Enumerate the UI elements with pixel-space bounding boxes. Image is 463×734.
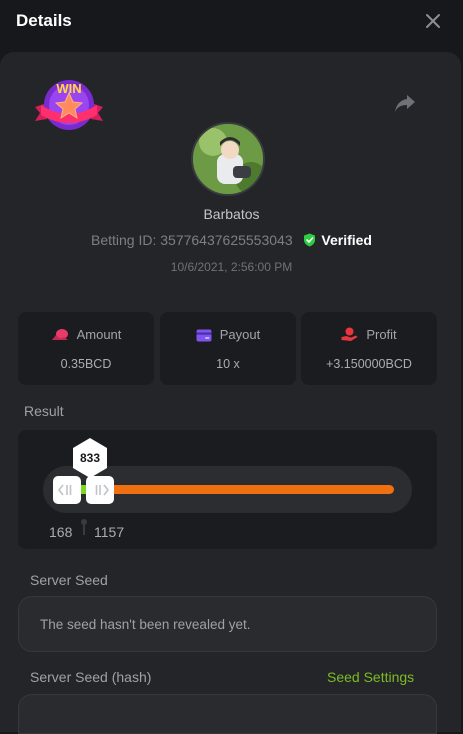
seed-settings-link[interactable]: Seed Settings <box>327 669 414 685</box>
betting-id-value: 35776437625553043 <box>160 232 293 248</box>
amount-label: Amount <box>76 327 122 342</box>
profit-card: Profit +3.150000BCD <box>301 312 437 385</box>
range-marker-icon <box>81 519 87 535</box>
username: Barbatos <box>203 206 260 222</box>
amount-card: Amount 0.35BCD <box>18 312 154 385</box>
close-icon[interactable] <box>422 10 444 32</box>
range-handle-left[interactable] <box>53 476 81 504</box>
bet-datetime: 10/6/2021, 2:56:00 PM <box>170 260 293 274</box>
win-badge-icon: WIN <box>35 80 103 130</box>
payout-card: Payout 10 x <box>160 312 296 385</box>
modal-header: Details <box>0 0 463 44</box>
verified-label: Verified <box>321 232 372 248</box>
betting-id-label: Betting ID: <box>90 232 157 248</box>
card-icon <box>196 329 212 342</box>
server-seed-label: Server Seed <box>30 572 108 588</box>
result-value: 833 <box>79 451 101 465</box>
server-seed-box: The seed hasn't been revealed yet. <box>18 596 437 652</box>
range-high: 1157 <box>94 524 125 540</box>
hand-coin-icon <box>341 327 358 341</box>
handle-grip-icon <box>95 484 110 496</box>
payout-value: 10 x <box>216 357 240 371</box>
server-seed-hash-label: Server Seed (hash) <box>30 669 152 685</box>
range-low: 168 <box>49 524 73 540</box>
share-icon[interactable] <box>393 92 417 114</box>
profit-label: Profit <box>366 327 397 342</box>
coins-icon <box>51 329 68 340</box>
payout-label: Payout <box>219 327 261 342</box>
avatar <box>191 122 265 196</box>
server-seed-hash-box[interactable] <box>18 694 437 734</box>
profit-value: +3.150000BCD <box>326 357 412 371</box>
range-fill-orange <box>110 485 394 494</box>
handle-grip-icon <box>57 484 72 496</box>
result-label: Result <box>24 403 64 419</box>
win-badge-text: WIN <box>56 81 81 96</box>
amount-value: 0.35BCD <box>60 357 112 371</box>
server-seed-text: The seed hasn't been revealed yet. <box>40 617 251 632</box>
betting-id-line: Betting ID: 35776437625553043 Verified <box>0 232 463 248</box>
verified-shield-icon <box>303 233 315 247</box>
range-handle-right[interactable] <box>86 476 114 504</box>
modal-title: Details <box>16 11 72 30</box>
